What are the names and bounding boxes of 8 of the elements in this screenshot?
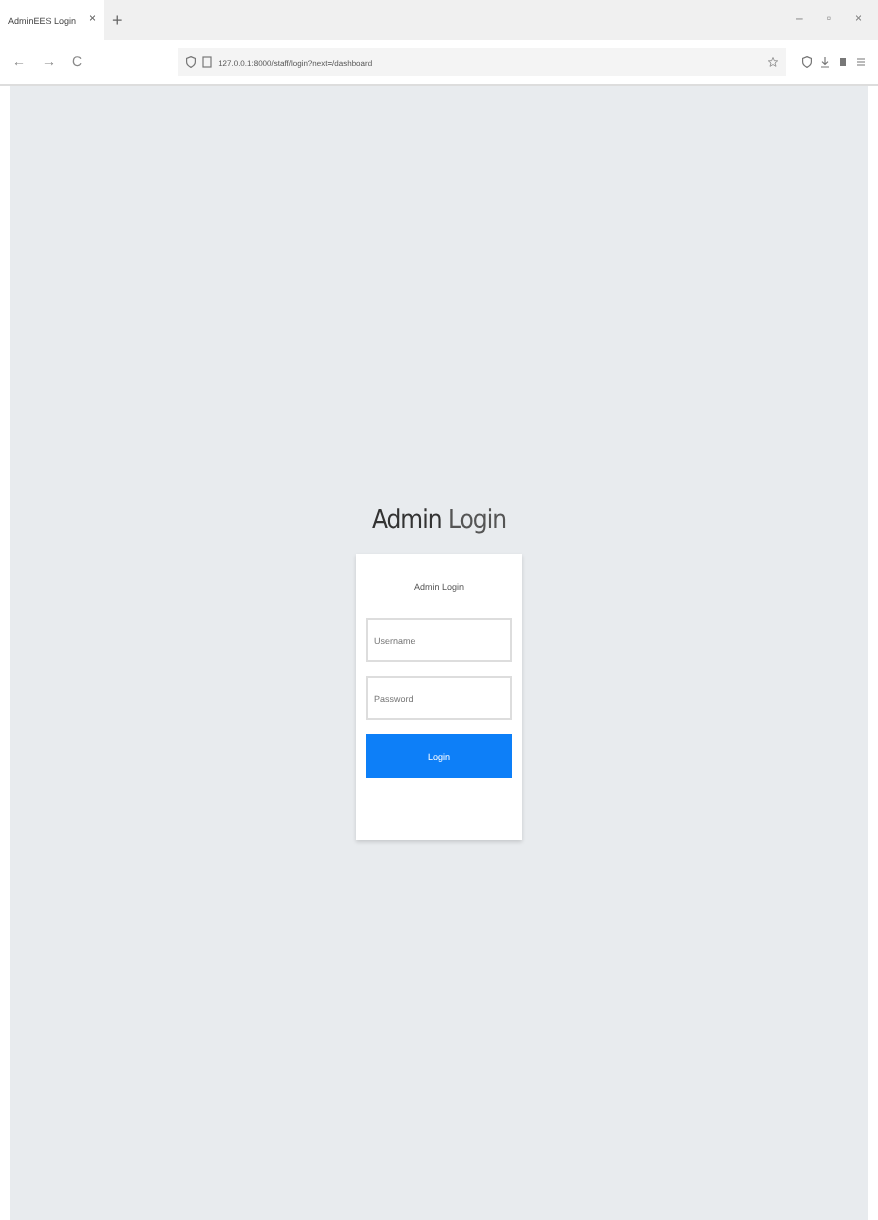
page-icon [202, 56, 213, 68]
menu-icon[interactable] [856, 56, 866, 68]
page-heading: Admin Login [371, 506, 506, 536]
new-tab-button[interactable]: + [112, 10, 123, 30]
star-icon[interactable] [768, 56, 778, 68]
download-icon[interactable] [820, 56, 830, 68]
shield-icon[interactable] [802, 56, 812, 68]
shield-icon [186, 56, 197, 68]
